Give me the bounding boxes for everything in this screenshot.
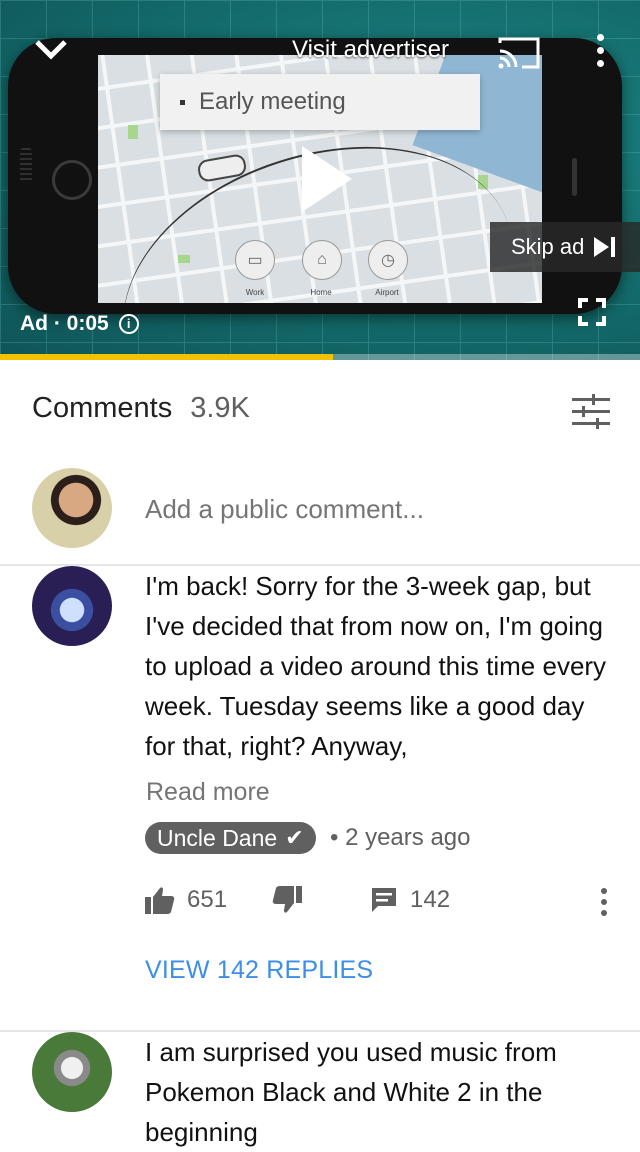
dest-label-home: Home xyxy=(310,288,332,297)
briefcase-icon: ▭ xyxy=(235,240,275,280)
ad-timer: Ad · 0:05 i xyxy=(20,312,139,336)
comment-author-avatar[interactable] xyxy=(32,1032,112,1112)
ad-time-label: Ad · 0:05 xyxy=(20,312,109,335)
author-badge[interactable]: Uncle Dane ✔ xyxy=(145,822,316,854)
verified-check-icon: ✔ xyxy=(285,825,304,850)
info-icon[interactable]: i xyxy=(118,314,139,334)
dislike-button[interactable] xyxy=(272,886,302,914)
author-name: Uncle Dane xyxy=(157,824,278,851)
reply-button[interactable]: 142 xyxy=(370,886,450,914)
comment-more-icon[interactable] xyxy=(598,888,610,921)
fullscreen-icon[interactable] xyxy=(578,298,606,326)
comment-text: I am surprised you used music from Pokem… xyxy=(145,1037,557,1147)
thumbs-up-icon xyxy=(145,887,175,914)
comment-icon xyxy=(372,888,396,912)
skip-ad-label: Skip ad xyxy=(511,234,585,259)
video-player[interactable]: Early meeting ▭ ⌂ ◷ Work Home Airport Vi… xyxy=(0,0,640,360)
sort-filter-icon[interactable] xyxy=(572,394,610,430)
comments-header: Comments 3.9K xyxy=(32,392,250,425)
user-avatar xyxy=(32,468,112,548)
thumbs-down-icon xyxy=(272,886,302,913)
visit-advertiser-link[interactable]: Visit advertiser xyxy=(292,36,449,64)
more-vert-icon[interactable] xyxy=(590,34,610,74)
like-count: 651 xyxy=(187,886,228,913)
dest-label-work: Work xyxy=(245,288,265,297)
history-icon: ◷ xyxy=(368,240,408,280)
add-comment-input[interactable]: Add a public comment... xyxy=(145,494,424,525)
dest-label-airport: Airport xyxy=(375,288,399,297)
skip-next-icon xyxy=(594,237,616,257)
cast-icon[interactable] xyxy=(496,35,542,71)
skip-ad-button[interactable]: Skip ad xyxy=(490,222,640,272)
comments-count: 3.9K xyxy=(190,392,250,424)
ad-search-card: Early meeting xyxy=(160,74,480,130)
phone-home-button xyxy=(52,160,92,200)
view-replies-link[interactable]: VIEW 142 REPLIES xyxy=(145,956,373,985)
comment-author-avatar[interactable] xyxy=(32,566,112,646)
ad-progress-fill xyxy=(0,354,333,360)
chevron-down-icon[interactable] xyxy=(34,38,68,60)
like-button[interactable]: 651 xyxy=(145,886,227,914)
comments-title: Comments xyxy=(32,392,173,424)
reply-count: 142 xyxy=(410,886,451,913)
comment-text: I'm back! Sorry for the 3-week gap, but … xyxy=(145,571,607,761)
play-icon[interactable] xyxy=(302,146,352,212)
comment-time: • 2 years ago xyxy=(330,824,471,851)
ad-search-text: Early meeting xyxy=(199,88,346,115)
read-more-link[interactable]: Read more xyxy=(146,778,270,807)
home-icon: ⌂ xyxy=(302,240,342,280)
